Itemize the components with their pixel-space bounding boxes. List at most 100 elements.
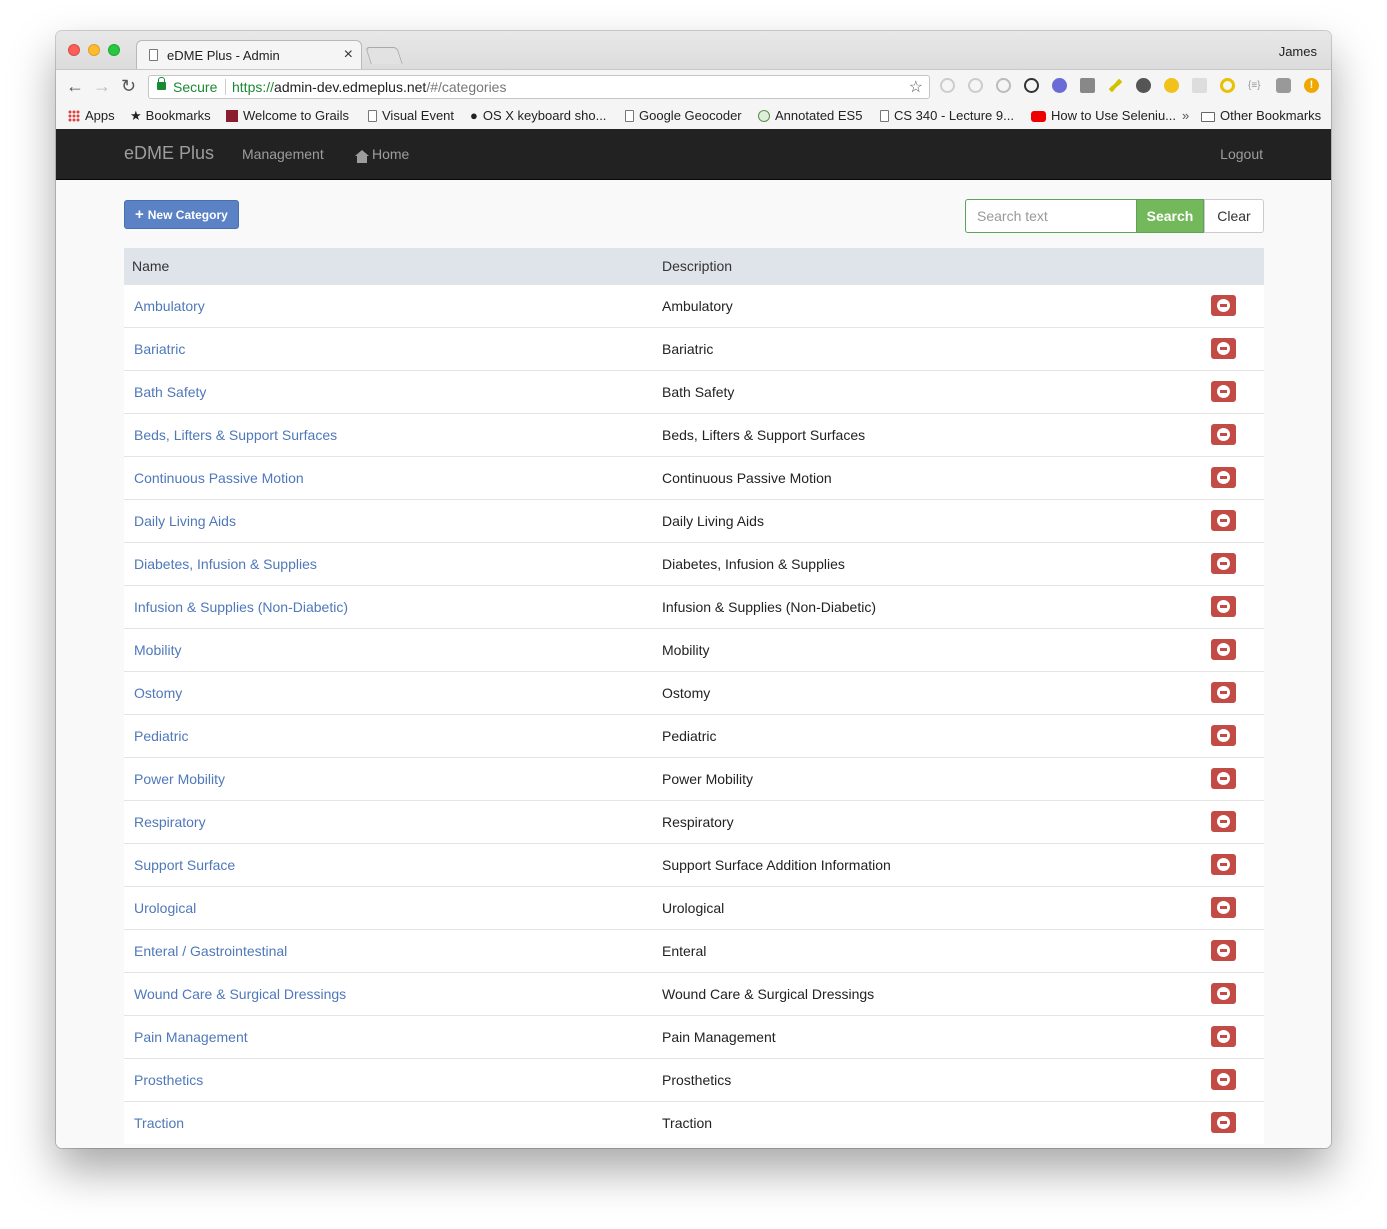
minimize-window-button[interactable] [88, 44, 100, 56]
category-name-link[interactable]: Bariatric [134, 341, 185, 357]
tab-close-icon[interactable]: × [344, 46, 353, 64]
delete-category-button[interactable] [1211, 940, 1236, 961]
table-row: Continuous Passive Motion Continuous Pass… [124, 455, 1264, 499]
actions-cell [1194, 928, 1264, 972]
category-name-link[interactable]: Bath Safety [134, 384, 206, 400]
bookmark-annotated-es5[interactable]: Annotated ES5 [758, 108, 862, 123]
clear-button[interactable]: Clear [1204, 199, 1264, 233]
column-header-actions [1194, 248, 1264, 284]
delete-category-button[interactable] [1211, 1026, 1236, 1047]
delete-category-button[interactable] [1211, 682, 1236, 703]
delete-category-button[interactable] [1211, 424, 1236, 445]
forward-arrow-icon[interactable]: → [93, 76, 111, 97]
category-name-link[interactable]: Prosthetics [134, 1072, 203, 1088]
extension-icon[interactable] [1136, 78, 1151, 93]
delete-category-button[interactable] [1211, 596, 1236, 617]
extension-icon[interactable] [1108, 78, 1123, 93]
bookmark-osx-keyboard[interactable]: ● OS X keyboard sho... [470, 108, 606, 123]
delete-category-button[interactable] [1211, 639, 1236, 660]
category-name-link[interactable]: Wound Care & Surgical Dressings [134, 986, 346, 1002]
camera-icon[interactable] [1276, 78, 1291, 93]
category-name-link[interactable]: Urological [134, 900, 196, 916]
category-name-link[interactable]: Support Surface [134, 857, 235, 873]
page-icon [625, 110, 634, 122]
delete-category-button[interactable] [1211, 983, 1236, 1004]
category-name-cell: Support Surface [124, 842, 654, 886]
delete-category-button[interactable] [1211, 854, 1236, 875]
delete-category-button[interactable] [1211, 467, 1236, 488]
bookmark-star-icon[interactable]: ☆ [909, 77, 923, 97]
bookmark-geocoder[interactable]: Google Geocoder [625, 108, 742, 123]
url-host: admin-dev.edmeplus.net [274, 79, 427, 95]
new-category-button[interactable]: + New Category [124, 200, 239, 229]
nav-logout[interactable]: Logout [1220, 146, 1263, 162]
address-bar[interactable]: Secure https://admin-dev.edmeplus.net/#/… [148, 75, 930, 99]
url-text: https://admin-dev.edmeplus.net/#/categor… [232, 79, 506, 95]
category-name-link[interactable]: Enteral / Gastrointestinal [134, 943, 287, 959]
category-name-link[interactable]: Diabetes, Infusion & Supplies [134, 556, 317, 572]
bookmark-apps[interactable]: Apps [68, 108, 115, 123]
delete-category-button[interactable] [1211, 1069, 1236, 1090]
category-name-link[interactable]: Traction [134, 1115, 184, 1131]
profile-name[interactable]: James [1279, 44, 1317, 59]
category-name-link[interactable]: Power Mobility [134, 771, 225, 787]
extension-icon[interactable] [940, 78, 955, 93]
bookmark-grails[interactable]: Welcome to Grails [226, 108, 349, 123]
category-name-link[interactable]: Daily Living Aids [134, 513, 236, 529]
extension-icon[interactable] [968, 78, 983, 93]
category-name-link[interactable]: Pediatric [134, 728, 188, 744]
brand-link[interactable]: eDME Plus [124, 143, 214, 164]
close-window-button[interactable] [68, 44, 80, 56]
bookmark-bookmarks[interactable]: ★ Bookmarks [130, 108, 211, 124]
search-input[interactable] [965, 199, 1137, 233]
extension-icon[interactable] [1052, 78, 1067, 93]
back-arrow-icon[interactable]: ← [66, 76, 84, 97]
category-name-link[interactable]: Mobility [134, 642, 181, 658]
delete-category-button[interactable] [1211, 295, 1236, 316]
bookmark-other[interactable]: Other Bookmarks [1201, 108, 1321, 123]
nav-home[interactable]: Home [355, 146, 409, 163]
zoom-window-button[interactable] [108, 44, 120, 56]
actions-cell [1194, 799, 1264, 843]
browser-tab-active[interactable]: eDME Plus - Admin × [136, 40, 362, 70]
category-name-link[interactable]: Ambulatory [134, 298, 205, 314]
new-tab-button[interactable] [365, 47, 403, 64]
bookmark-selenium[interactable]: How to Use Seleniu... [1031, 108, 1176, 123]
delete-category-button[interactable] [1211, 338, 1236, 359]
extension-icon[interactable] [1080, 78, 1095, 93]
category-name-link[interactable]: Infusion & Supplies (Non-Diabetic) [134, 599, 348, 615]
delete-category-button[interactable] [1211, 381, 1236, 402]
category-description: Enteral [654, 928, 1194, 972]
table-row: Ambulatory Ambulatory [124, 283, 1264, 327]
category-name-link[interactable]: Pain Management [134, 1029, 248, 1045]
table-row: Diabetes, Infusion & Supplies Diabetes, I… [124, 541, 1264, 585]
delete-category-button[interactable] [1211, 811, 1236, 832]
bookmark-visual-event[interactable]: Visual Event [368, 108, 454, 123]
category-name-link[interactable]: Respiratory [134, 814, 206, 830]
reload-icon[interactable]: ↻ [121, 76, 136, 97]
delete-category-button[interactable] [1211, 768, 1236, 789]
extension-icon[interactable] [1024, 78, 1039, 93]
extension-icon[interactable] [1164, 78, 1179, 93]
alert-icon[interactable]: ! [1304, 78, 1319, 93]
delete-category-button[interactable] [1211, 725, 1236, 746]
extension-icon[interactable]: {≡} [1248, 78, 1263, 93]
extension-icon[interactable] [996, 78, 1011, 93]
delete-category-button[interactable] [1211, 553, 1236, 574]
category-name-link[interactable]: Beds, Lifters & Support Surfaces [134, 427, 337, 443]
page-icon [149, 49, 158, 61]
extension-icon[interactable] [1220, 78, 1235, 93]
delete-category-button[interactable] [1211, 1112, 1236, 1134]
plus-icon: + [135, 206, 144, 223]
bookmarks-overflow-button[interactable]: » [1182, 108, 1189, 123]
extension-icon[interactable] [1192, 78, 1207, 93]
apps-grid-icon [68, 110, 80, 122]
bookmark-cs340[interactable]: CS 340 - Lecture 9... [880, 108, 1014, 123]
search-button[interactable]: Search [1136, 199, 1204, 233]
category-name-link[interactable]: Ostomy [134, 685, 182, 701]
category-name-link[interactable]: Continuous Passive Motion [134, 470, 304, 486]
categories-table: Name Description Ambulatory Ambulatory Bar… [124, 248, 1264, 1144]
nav-management[interactable]: Management [242, 146, 324, 162]
delete-category-button[interactable] [1211, 897, 1236, 918]
delete-category-button[interactable] [1211, 510, 1236, 531]
